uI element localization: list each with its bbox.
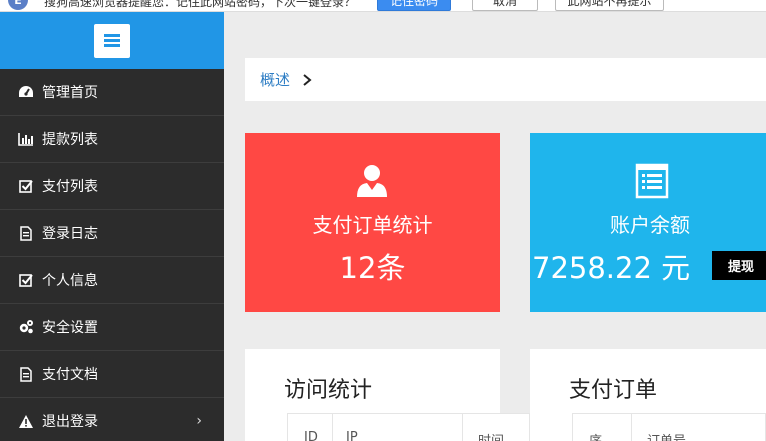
sidebar-item-docs[interactable]: 支付文档 (0, 351, 224, 398)
sidebar-item-security[interactable]: 安全设置 (0, 304, 224, 351)
cancel-button[interactable]: 取消 (472, 0, 538, 11)
balance-card: 账户余额 7258.22 元 提现 (530, 133, 766, 312)
warning-icon (18, 413, 34, 429)
order-stats-card: 支付订单统计 12条 (245, 133, 500, 312)
balance-value: 7258.22 元 (532, 251, 691, 285)
sidebar-item-label: 管理首页 (42, 85, 98, 101)
balance-title: 账户余额 (610, 213, 690, 237)
password-save-bar: E 搜狗高速浏览器提醒您：记住此网站密码，下次一键登录？ 记住密码 取消 此网站… (0, 0, 766, 12)
sidebar-item-payments[interactable]: 支付列表 (0, 163, 224, 210)
order-stats-title: 支付订单统计 (312, 213, 433, 237)
checkbox-icon (18, 272, 34, 288)
sidebar-item-label: 登录日志 (42, 226, 98, 242)
hamburger-icon (104, 34, 120, 47)
sidebar-item-label: 安全设置 (42, 320, 98, 336)
sidebar-item-profile[interactable]: 个人信息 (0, 257, 224, 304)
breadcrumb: 概述 (245, 58, 766, 101)
sidebar-item-label: 提款列表 (42, 132, 98, 148)
never-remind-button[interactable]: 此网站不再提示 (555, 0, 664, 11)
chevron-right-icon: › (196, 413, 202, 429)
payment-table-header: 序 订单号 (572, 413, 766, 441)
document-icon (18, 366, 34, 382)
sidebar-item-logout[interactable]: 退出登录 › (0, 398, 224, 441)
breadcrumb-overview-link[interactable]: 概述 (260, 69, 290, 90)
visit-table-header: ID IP 时间 (287, 413, 530, 441)
sidebar-item-label: 支付列表 (42, 179, 98, 195)
column-header: ID (304, 430, 318, 441)
sidebar: 管理首页 提款列表 支付列表 登录日志 个人信息 安全设置 支付文档 退出登录 … (0, 12, 224, 441)
column-header: 序 (589, 430, 602, 441)
visit-stats-panel: 访问统计 ID IP 时间 (245, 349, 530, 441)
withdraw-button[interactable]: 提现 (712, 251, 766, 280)
bar-chart-icon (18, 131, 34, 147)
column-divider (631, 414, 632, 441)
visit-stats-title: 访问统计 (284, 378, 373, 403)
dashboard-icon (18, 84, 34, 100)
checkbox-icon (18, 178, 34, 194)
payment-orders-title: 支付订单 (569, 378, 658, 403)
order-stats-value: 12条 (339, 251, 406, 285)
column-header: 订单号 (647, 430, 686, 441)
sidebar-item-label: 退出登录 (42, 414, 98, 430)
gears-icon (18, 319, 34, 335)
sidebar-header (0, 12, 224, 69)
column-divider (332, 414, 333, 441)
remember-password-button[interactable]: 记住密码 (377, 0, 451, 11)
user-icon (357, 165, 387, 197)
sidebar-item-label: 个人信息 (42, 273, 98, 289)
menu-toggle-button[interactable] (94, 23, 130, 58)
document-icon (18, 225, 34, 241)
column-divider (462, 414, 463, 441)
column-header: 时间 (478, 430, 504, 441)
sidebar-item-dashboard[interactable]: 管理首页 (0, 69, 224, 116)
password-prompt-message: 搜狗高速浏览器提醒您：记住此网站密码，下次一键登录？ (44, 0, 357, 9)
payment-orders-panel: 支付订单 序 订单号 (530, 349, 766, 441)
sidebar-item-label: 支付文档 (42, 367, 98, 383)
chevron-right-icon (303, 73, 312, 86)
sidebar-item-login-log[interactable]: 登录日志 (0, 210, 224, 257)
browser-logo-icon: E (8, 0, 28, 10)
sidebar-item-withdrawals[interactable]: 提款列表 (0, 116, 224, 163)
page: E 搜狗高速浏览器提醒您：记住此网站密码，下次一键登录？ 记住密码 取消 此网站… (0, 0, 766, 441)
list-icon (635, 163, 669, 199)
column-header: IP (346, 430, 358, 441)
